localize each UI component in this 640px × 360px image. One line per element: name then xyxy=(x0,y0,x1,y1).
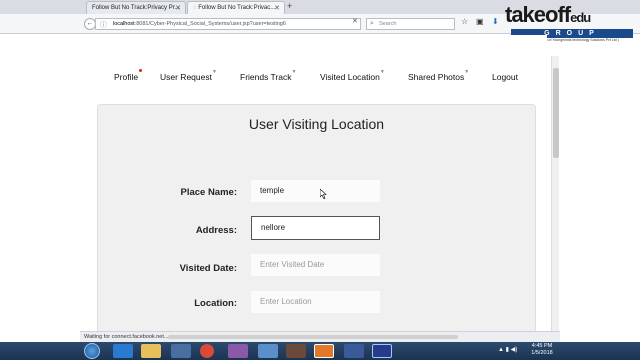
app-icon[interactable] xyxy=(372,344,392,358)
menu-label: Visited Location xyxy=(320,72,380,82)
reading-list-icon[interactable]: ▣ xyxy=(476,17,484,26)
address-input[interactable]: nellore xyxy=(251,216,380,240)
status-text: Waiting for connect.facebook.net... xyxy=(84,334,169,340)
tab-title: Follow But No Track:Privacy Pr... xyxy=(92,5,180,11)
download-icon[interactable]: ⬇ xyxy=(492,17,499,26)
start-button[interactable] xyxy=(84,343,100,359)
clock-time: 4:45 PM xyxy=(531,343,553,349)
eclipse-icon[interactable] xyxy=(286,344,306,358)
visited-date-input[interactable]: Enter Visited Date xyxy=(251,254,380,276)
menu-label: Profile xyxy=(114,72,139,82)
visited-date-label: Visited Date: xyxy=(179,263,237,274)
location-input[interactable]: Enter Location xyxy=(251,291,380,313)
stop-icon[interactable]: ✕ xyxy=(352,17,358,25)
search-icon: ⌕ xyxy=(370,20,374,27)
firefox-icon[interactable] xyxy=(314,344,334,358)
logo-edu: edu xyxy=(570,10,591,25)
vertical-scrollbar[interactable] xyxy=(551,56,559,331)
caret-icon: ▼ xyxy=(464,69,470,75)
search-placeholder: Search xyxy=(379,21,397,27)
url-path: :8081/Cyber-Physical_Social_Systems/user… xyxy=(134,21,286,27)
browser-tab-2[interactable]: ◌ Follow But No Track:Privac... ✕ xyxy=(187,1,285,14)
chrome-icon[interactable] xyxy=(200,344,214,358)
browser-tab-1[interactable]: Follow But No Track:Privacy Pr... ✕ xyxy=(86,1,186,14)
app-icon[interactable] xyxy=(228,344,248,358)
menu-user-request[interactable]: User Request ▼ xyxy=(160,69,217,82)
logo-main: takeoff xyxy=(505,2,571,27)
box-icon[interactable] xyxy=(258,344,278,358)
info-icon: ⓘ xyxy=(100,22,107,29)
page-title: User Visiting Location xyxy=(248,116,385,132)
place-name-value: temple xyxy=(260,186,285,195)
bookmark-star-icon[interactable]: ☆ xyxy=(461,17,468,26)
menu-shared-photos[interactable]: Shared Photos ▼ xyxy=(408,69,469,82)
folder-icon[interactable] xyxy=(141,344,161,358)
horizontal-scrollbar[interactable] xyxy=(168,335,458,339)
caret-icon: ▼ xyxy=(212,69,217,75)
menu-label: Logout xyxy=(492,72,518,82)
loading-icon: ◌ xyxy=(193,5,197,11)
tab-title: Follow But No Track:Privac... xyxy=(198,5,276,11)
new-tab-button[interactable]: + xyxy=(287,1,292,11)
close-icon[interactable]: ✕ xyxy=(175,4,181,12)
search-input[interactable]: ⌕ Search xyxy=(366,18,455,30)
address-value: nellore xyxy=(261,223,286,232)
menu-friends-track[interactable]: Friends Track ▼ xyxy=(240,69,297,82)
menu-logout[interactable]: Logout xyxy=(492,72,518,82)
close-icon[interactable]: ✕ xyxy=(274,4,280,12)
visited-date-placeholder: Enter Visited Date xyxy=(260,260,325,269)
menu-label: Shared Photos xyxy=(408,72,465,82)
menu-label: Friends Track xyxy=(240,72,292,82)
app-icon[interactable] xyxy=(344,344,364,358)
caret-icon: ▼ xyxy=(379,69,385,75)
menu-profile[interactable]: Profile xyxy=(114,69,143,82)
place-name-label: Place Name: xyxy=(180,187,237,198)
clock[interactable]: 4:45 PM 1/5/2018 xyxy=(522,343,562,357)
ie-icon[interactable] xyxy=(113,344,133,358)
clock-date: 1/5/2018 xyxy=(531,350,553,356)
menu-visited-location[interactable]: Visited Location ▼ xyxy=(320,69,385,82)
caret-icon: ▼ xyxy=(291,69,297,75)
menu-label: User Request xyxy=(160,72,212,82)
url-bar[interactable]: ⓘ localhost:8081/Cyber-Physical_Social_S… xyxy=(95,18,361,30)
address-label: Address: xyxy=(195,225,237,236)
system-tray[interactable]: ▲ ▮ ◀) xyxy=(498,346,517,353)
media-icon[interactable] xyxy=(171,344,191,358)
url-host: localhost xyxy=(113,21,135,27)
location-label: Location: xyxy=(194,298,237,309)
place-name-input[interactable]: temple xyxy=(251,180,380,202)
location-placeholder: Enter Location xyxy=(260,297,312,306)
scrollbar-thumb[interactable] xyxy=(553,68,559,158)
